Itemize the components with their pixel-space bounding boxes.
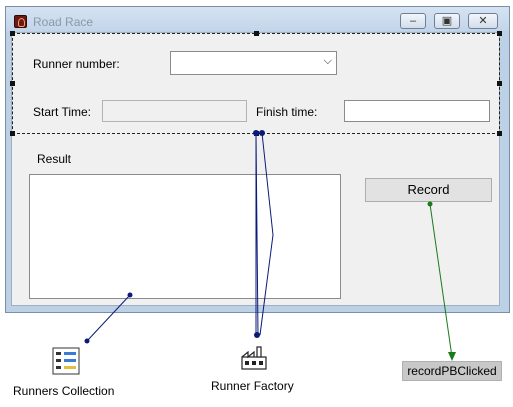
connection-endpoint[interactable] xyxy=(127,292,133,298)
connection-endpoint[interactable] xyxy=(259,130,265,136)
connection-endpoint[interactable] xyxy=(84,338,90,344)
list-collection-icon[interactable] xyxy=(52,347,80,375)
signal-arrowhead xyxy=(448,352,456,361)
factory-icon[interactable] xyxy=(240,345,268,371)
signal-connection-line xyxy=(429,203,453,358)
runner-factory-label: Runner Factory xyxy=(211,379,294,393)
factory-connection-lines xyxy=(255,132,274,336)
connection-endpoint[interactable] xyxy=(254,332,260,338)
collection-connection-line xyxy=(86,294,131,342)
connection-endpoint[interactable] xyxy=(427,201,433,207)
record-signal-badge[interactable]: recordPBClicked xyxy=(402,361,502,381)
runners-collection-label: Runners Collection xyxy=(13,384,115,398)
connection-endpoint[interactable] xyxy=(253,130,259,136)
